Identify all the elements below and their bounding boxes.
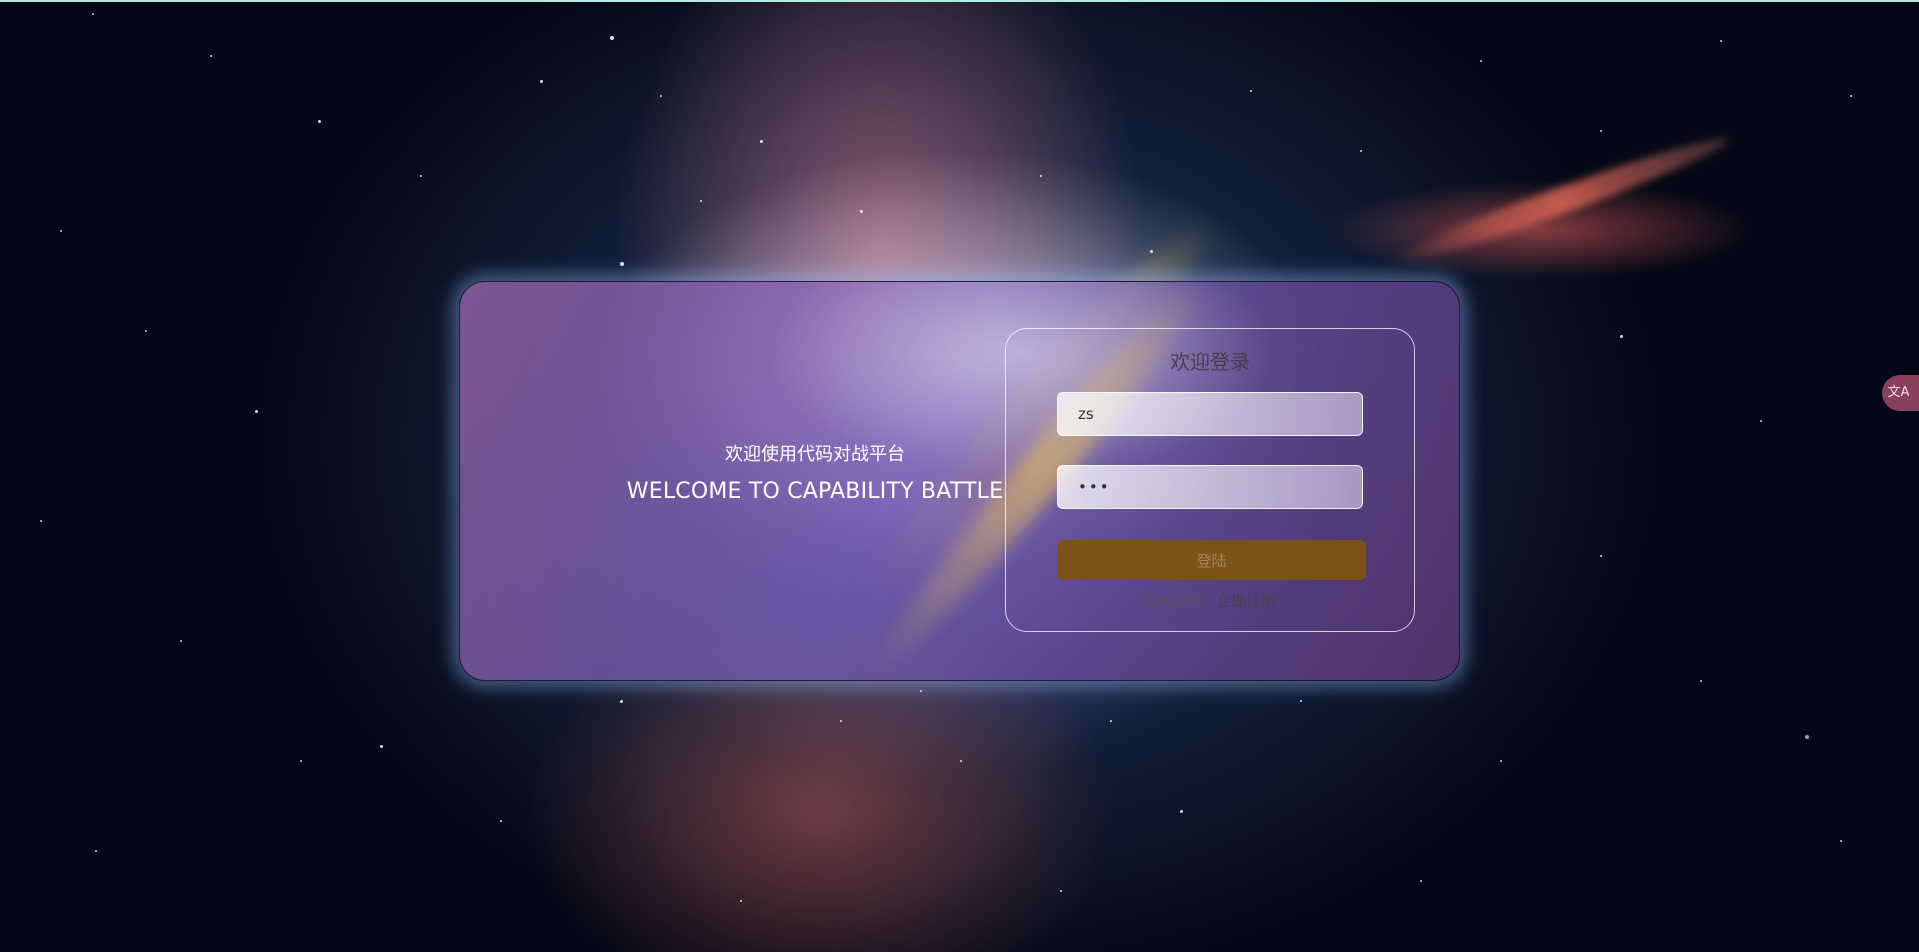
login-card: 欢迎使用代码对战平台 WELCOME TO CAPABILITY BATTLE … bbox=[459, 281, 1460, 681]
translate-icon[interactable]: 文A bbox=[1882, 375, 1919, 411]
login-page: 欢迎使用代码对战平台 WELCOME TO CAPABILITY BATTLE … bbox=[0, 0, 1919, 952]
login-button[interactable]: 登陆 bbox=[1057, 540, 1366, 580]
password-input[interactable] bbox=[1057, 465, 1363, 509]
register-prompt-line: 没有账号? 立即注册 bbox=[1006, 591, 1414, 611]
register-prompt-text: 没有账号? bbox=[1143, 592, 1212, 610]
login-title: 欢迎登录 bbox=[1170, 350, 1250, 374]
login-form: 欢迎登录 登陆 没有账号? 立即注册 bbox=[1005, 328, 1415, 632]
username-input[interactable] bbox=[1057, 392, 1363, 436]
translate-label: 文A bbox=[1887, 385, 1910, 400]
register-link[interactable]: 立即注册 bbox=[1216, 592, 1276, 610]
